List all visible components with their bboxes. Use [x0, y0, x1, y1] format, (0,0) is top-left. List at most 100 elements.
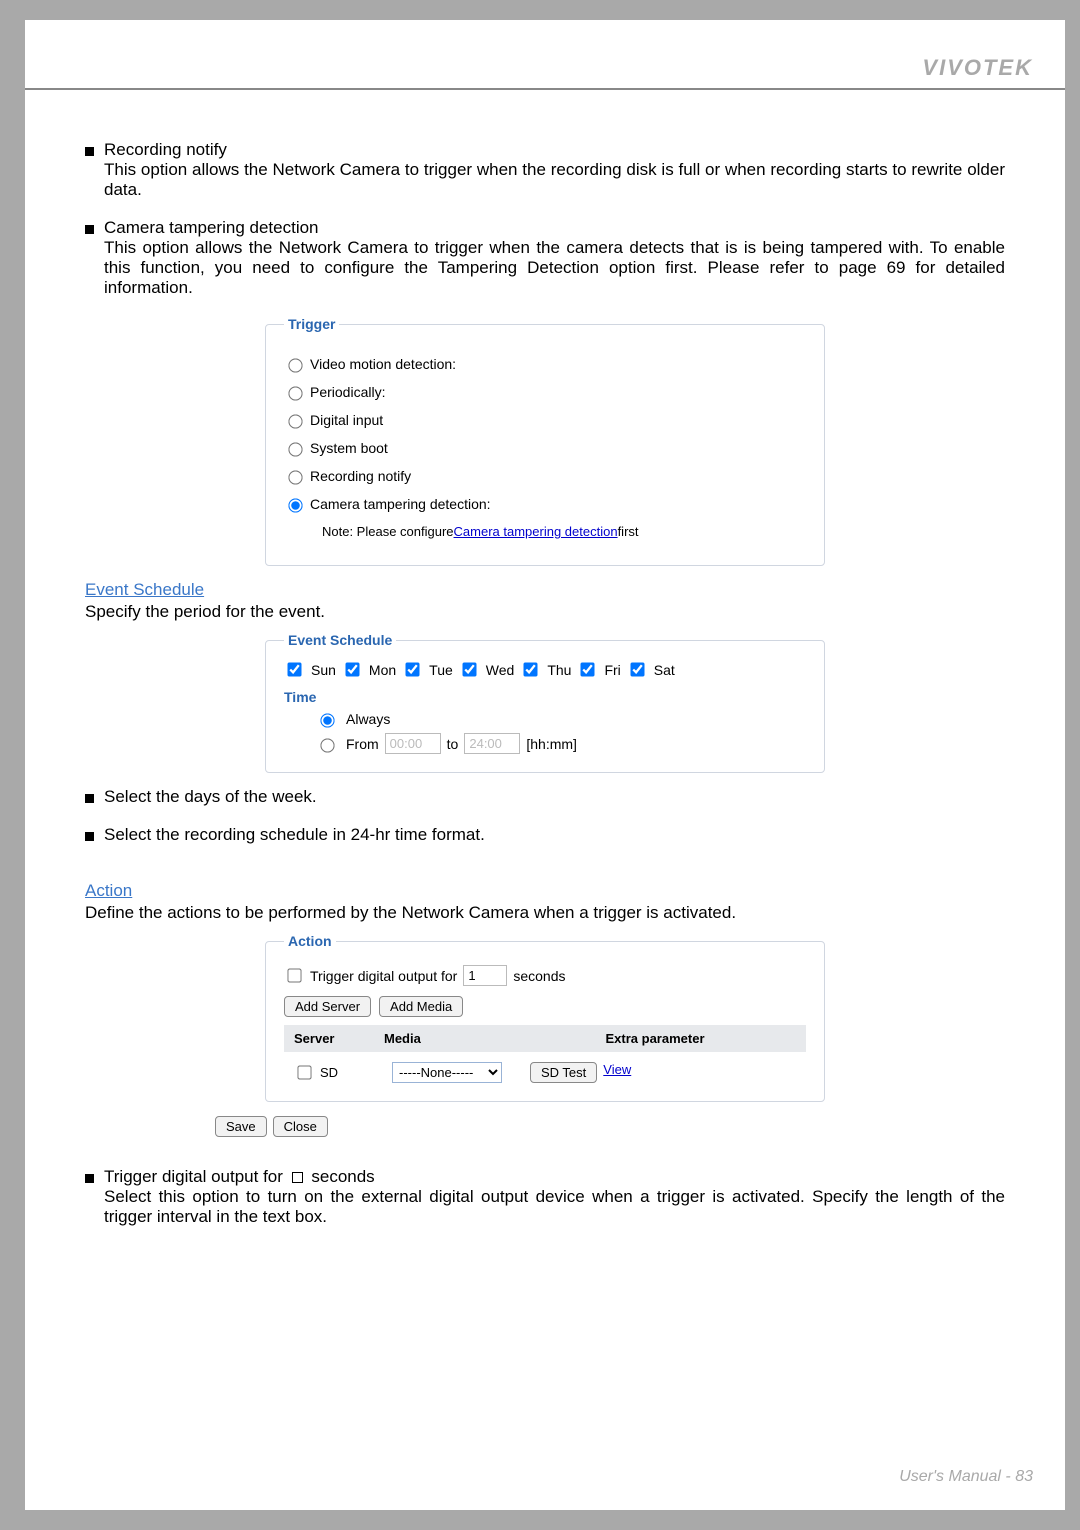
trigger-option-label: Periodically:: [310, 384, 385, 400]
document-page: VIVOTEK Recording notify This option all…: [25, 20, 1065, 1510]
trigger-option-label: Digital input: [310, 412, 383, 428]
dout-checkbox[interactable]: [287, 968, 301, 982]
day-label: Thu: [547, 662, 571, 678]
day-label: Wed: [486, 662, 515, 678]
trigger-panel: Trigger Video motion detection: Periodica…: [265, 316, 825, 566]
media-select[interactable]: -----None-----: [392, 1062, 502, 1083]
bullet-icon: [85, 225, 94, 234]
tampering-title: Camera tampering detection: [104, 218, 319, 237]
bullet-icon: [85, 794, 94, 803]
time-from-row: From to [hh:mm]: [316, 733, 806, 754]
trigger-note-suffix: first: [618, 524, 639, 539]
action-heading: Action: [85, 881, 1005, 901]
day-checkbox[interactable]: [462, 662, 476, 676]
tampering-body: This option allows the Network Camera to…: [104, 238, 1005, 297]
time-from-label: From: [346, 736, 379, 752]
dout-bullet: Trigger digital output for seconds Selec…: [85, 1167, 1005, 1227]
bullet-icon: [85, 147, 94, 156]
day-checkbox[interactable]: [630, 662, 644, 676]
trigger-option: Recording notify: [284, 468, 806, 484]
event-schedule-legend: Event Schedule: [284, 632, 396, 648]
view-link[interactable]: View: [603, 1062, 631, 1083]
day-checkbox[interactable]: [524, 662, 538, 676]
trigger-option: System boot: [284, 440, 806, 456]
action-legend: Action: [284, 933, 336, 949]
time-to-label: to: [447, 736, 459, 752]
trigger-legend: Trigger: [284, 316, 339, 332]
action-table-head: Server Media Extra parameter: [284, 1025, 806, 1052]
sd-checkbox[interactable]: [297, 1065, 311, 1079]
trigger-radio[interactable]: [288, 470, 302, 484]
page-content: Recording notify This option allows the …: [25, 90, 1065, 1285]
action-desc: Define the actions to be performed by th…: [85, 903, 1005, 923]
event-schedule-panel: Event Schedule Sun Mon Tue Wed Thu Fri Sat Tim…: [265, 632, 825, 773]
bullet-icon: [85, 1174, 94, 1183]
time-from-radio[interactable]: [320, 738, 334, 752]
schedule-bullet-1: Select the days of the week.: [85, 787, 1005, 807]
trigger-option-label: Recording notify: [310, 468, 411, 484]
time-to-input[interactable]: [464, 733, 520, 754]
dout-bullet-body: Select this option to turn on the extern…: [104, 1187, 1005, 1226]
trigger-note-link[interactable]: Camera tampering detection: [454, 524, 618, 539]
page-footer: User's Manual - 83: [899, 1468, 1033, 1486]
dout-prefix: Trigger digital output for: [310, 968, 457, 984]
trigger-option: Periodically:: [284, 384, 806, 400]
days-row: Sun Mon Tue Wed Thu Fri Sat: [284, 660, 806, 679]
day-label: Tue: [429, 662, 453, 678]
day-label: Mon: [369, 662, 396, 678]
trigger-radio[interactable]: [288, 442, 302, 456]
save-button[interactable]: Save: [215, 1116, 267, 1137]
day-checkbox[interactable]: [581, 662, 595, 676]
event-schedule-desc: Specify the period for the event.: [85, 602, 1005, 622]
schedule-bullet-2: Select the recording schedule in 24-hr t…: [85, 825, 1005, 845]
save-close-row: Save Close: [215, 1116, 1005, 1137]
trigger-option: Video motion detection:: [284, 356, 806, 372]
recording-notify-body: This option allows the Network Camera to…: [104, 160, 1005, 199]
dout-row: Trigger digital output for seconds: [284, 965, 806, 986]
trigger-radio[interactable]: [288, 386, 302, 400]
dout-bullet-title-prefix: Trigger digital output for: [104, 1167, 288, 1186]
recording-notify-block: Recording notify This option allows the …: [85, 140, 1005, 200]
trigger-option-label: System boot: [310, 440, 388, 456]
action-table-row: SD -----None----- SD Test View: [284, 1058, 806, 1087]
dout-bullet-title-suffix: seconds: [307, 1167, 375, 1186]
add-media-button[interactable]: Add Media: [379, 996, 463, 1017]
tampering-block: Camera tampering detection This option a…: [85, 218, 1005, 298]
time-from-input[interactable]: [385, 733, 441, 754]
trigger-note: Note: Please configure Camera tampering …: [322, 524, 806, 539]
time-label: Time: [284, 689, 806, 705]
day-label: Fri: [604, 662, 620, 678]
trigger-radio[interactable]: [288, 358, 302, 372]
sd-label: SD: [320, 1065, 338, 1080]
event-schedule-heading: Event Schedule: [85, 580, 1005, 600]
trigger-option-label: Video motion detection:: [310, 356, 456, 372]
action-panel: Action Trigger digital output for second…: [265, 933, 825, 1102]
close-button[interactable]: Close: [273, 1116, 328, 1137]
trigger-option-label: Camera tampering detection:: [310, 496, 491, 512]
empty-box-icon: [292, 1172, 303, 1183]
dout-suffix: seconds: [513, 968, 565, 984]
day-checkbox[interactable]: [287, 662, 301, 676]
trigger-radio[interactable]: [288, 414, 302, 428]
time-always-label: Always: [346, 711, 390, 727]
brand-bar: VIVOTEK: [25, 54, 1065, 90]
day-checkbox[interactable]: [345, 662, 359, 676]
trigger-note-prefix: Note: Please configure: [322, 524, 454, 539]
col-extra: Extra parameter: [514, 1031, 796, 1046]
trigger-option: Camera tampering detection:: [284, 496, 806, 512]
dout-seconds-input[interactable]: [463, 965, 507, 986]
sd-test-button[interactable]: SD Test: [530, 1062, 597, 1083]
day-label: Sun: [311, 662, 336, 678]
trigger-radio[interactable]: [288, 498, 302, 512]
brand-name: VIVOTEK: [922, 55, 1033, 80]
time-format-label: [hh:mm]: [526, 736, 577, 752]
time-always-row: Always: [316, 711, 806, 727]
trigger-option: Digital input: [284, 412, 806, 428]
day-label: Sat: [654, 662, 675, 678]
bullet-icon: [85, 832, 94, 841]
recording-notify-title: Recording notify: [104, 140, 227, 159]
col-media: Media: [384, 1031, 514, 1046]
add-server-button[interactable]: Add Server: [284, 996, 371, 1017]
day-checkbox[interactable]: [406, 662, 420, 676]
time-always-radio[interactable]: [320, 713, 334, 727]
